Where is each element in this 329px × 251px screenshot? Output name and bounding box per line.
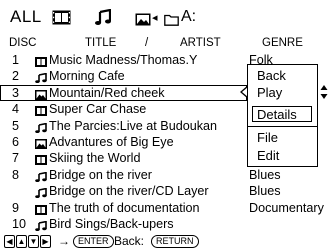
media-browser-screen: ALL ◂ A: DISC TITLE / ARTIST GENRE 1 Mus… — [0, 0, 329, 251]
item-title: Morning Cafe — [49, 69, 125, 84]
item-title: Mountain/Red cheek — [49, 85, 165, 100]
list-header: DISC TITLE / ARTIST GENRE — [0, 37, 329, 50]
scroll-updown-icon[interactable] — [320, 84, 328, 100]
menu-item-edit[interactable]: Edit — [257, 148, 279, 164]
list-item[interactable]: 9 The truth of documentation Documentary — [0, 200, 329, 216]
music-note-icon — [35, 219, 47, 231]
item-genre: Blues — [249, 167, 281, 182]
photo-icon — [35, 88, 47, 100]
disc-number: 4 — [12, 102, 20, 117]
item-genre: Blues — [249, 184, 281, 199]
menu-divider — [248, 126, 317, 127]
header-separator: / — [145, 37, 149, 49]
disc-number: 8 — [12, 167, 20, 182]
mode-bar: ALL ◂ A: — [0, 0, 329, 35]
music-note-icon — [35, 170, 47, 182]
menu-item-file[interactable]: File — [257, 130, 278, 146]
item-genre: Documentary — [249, 200, 324, 215]
down-key-icon: ▼ — [28, 235, 39, 248]
item-title: The truth of documentation — [49, 200, 200, 215]
film-icon — [35, 55, 47, 67]
music-note-icon — [35, 186, 47, 199]
mode-all-tab[interactable]: ALL — [10, 6, 42, 28]
up-key-icon: ▲ — [16, 235, 27, 248]
item-title: Advantures of Big Eye — [49, 135, 174, 149]
help-bar: ◀ ▲ ▼ ▶ → ENTER Back: RETURN — [0, 233, 329, 251]
music-note-icon[interactable] — [95, 8, 112, 25]
film-icon[interactable] — [52, 9, 71, 25]
item-title: Skiing the World — [49, 151, 141, 166]
item-title: Super Car Chase — [49, 102, 147, 117]
menu-item-back[interactable]: Back — [257, 68, 286, 84]
folder-path: A: — [181, 8, 197, 25]
disc-number: 7 — [12, 151, 20, 166]
music-note-icon — [35, 121, 47, 133]
item-title: Bird Sings/Back-upers — [49, 217, 174, 231]
item-title: Bridge on the river/CD Layer — [49, 184, 209, 199]
list-item[interactable]: Bridge on the river/CD Layer Blues — [0, 183, 329, 199]
folder-icon — [164, 10, 179, 26]
return-key-hint: RETURN — [151, 235, 199, 248]
header-artist: ARTIST — [180, 37, 221, 49]
enter-key-hint: ENTER — [73, 235, 114, 248]
header-disc: DISC — [9, 37, 37, 49]
photo-icon — [35, 137, 47, 149]
header-genre: GENRE — [262, 37, 303, 49]
context-menu: Back Play Details File Edit — [247, 64, 318, 167]
menu-item-details[interactable]: Details — [252, 106, 312, 122]
item-title: Music Madness/Thomas.Y — [49, 53, 198, 67]
disc-number: 2 — [12, 69, 20, 84]
disc-number: 6 — [12, 135, 20, 149]
disc-number: 3 — [12, 85, 20, 100]
film-icon — [35, 104, 47, 117]
disc-number: 5 — [12, 118, 20, 133]
music-note-icon — [35, 71, 47, 84]
arrow-keys-hint: ◀ ▲ ▼ ▶ — [4, 235, 51, 248]
photo-icon[interactable] — [135, 10, 151, 26]
right-arrow-icon: → — [58, 234, 70, 248]
disc-number: 10 — [12, 217, 27, 231]
item-title: The Parcies:Live at Budoukan — [49, 118, 218, 133]
disc-number: 9 — [12, 200, 20, 215]
left-arrow-icon: ◂ — [152, 12, 158, 24]
list-item[interactable]: 10 Bird Sings/Back-upers — [0, 216, 329, 232]
menu-item-play[interactable]: Play — [257, 85, 282, 101]
film-icon — [35, 153, 47, 166]
disc-number: 1 — [12, 53, 20, 67]
item-title: Bridge on the river — [49, 167, 152, 182]
right-key-icon: ▶ — [40, 235, 51, 248]
left-key-icon: ◀ — [4, 235, 15, 248]
list-item[interactable]: 8 Bridge on the river Blues — [0, 167, 329, 183]
film-icon — [35, 203, 47, 215]
header-title: TITLE — [85, 37, 117, 49]
back-hint-label: Back: — [114, 234, 145, 248]
